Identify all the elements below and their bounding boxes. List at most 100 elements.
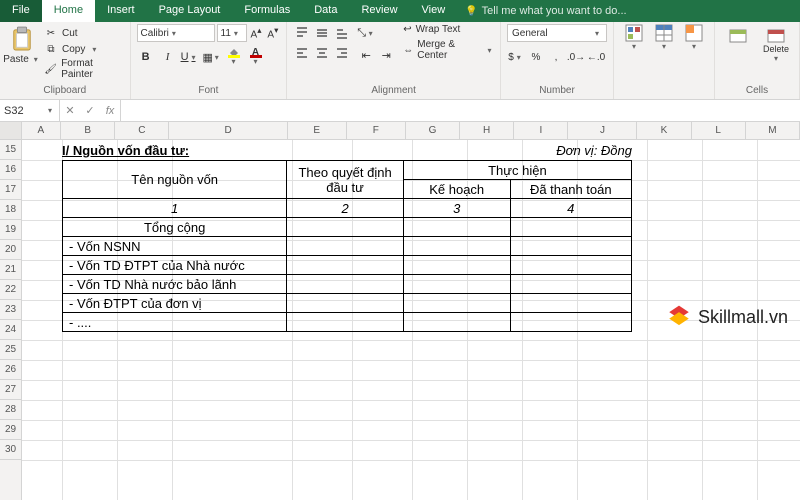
tab-data[interactable]: Data — [302, 0, 349, 22]
enter-formula-button[interactable]: ✓ — [80, 104, 100, 117]
align-top-button[interactable] — [293, 24, 311, 42]
chevron-down-icon: ▾ — [213, 53, 221, 62]
delete-icon — [766, 24, 786, 44]
delete-cells-button[interactable]: Delete ▾ — [759, 24, 793, 63]
increase-indent-button[interactable]: ⇥ — [377, 46, 395, 64]
col-header-K[interactable]: K — [637, 122, 691, 139]
chevron-down-icon: ▾ — [189, 53, 199, 62]
conditional-formatting-button[interactable]: ▾ — [620, 24, 648, 51]
col-header-E[interactable]: E — [288, 122, 347, 139]
bold-button[interactable]: B — [137, 48, 155, 66]
row-header-24[interactable]: 24 — [0, 320, 21, 340]
tab-home[interactable]: Home — [42, 0, 95, 22]
row-header-26[interactable]: 26 — [0, 360, 21, 380]
col-header-G[interactable]: G — [406, 122, 460, 139]
shrink-font-button[interactable]: A▾ — [265, 25, 280, 40]
table-row: Tổng cộng — [63, 218, 632, 237]
tab-formulas[interactable]: Formulas — [232, 0, 302, 22]
italic-button[interactable]: I — [159, 48, 177, 66]
copy-button[interactable]: ⧉Copy▾ — [44, 42, 124, 56]
align-right-button[interactable] — [333, 44, 351, 62]
table-row: - Vốn ĐTPT của đơn vị — [63, 294, 632, 313]
percent-button[interactable]: % — [527, 48, 545, 66]
row-header-17[interactable]: 17 — [0, 180, 21, 200]
chevron-down-icon: ▾ — [771, 54, 781, 63]
tab-review[interactable]: Review — [349, 0, 409, 22]
row-header-22[interactable]: 22 — [0, 280, 21, 300]
align-bottom-button[interactable] — [333, 24, 351, 42]
watermark-text: Skillmall.vn — [698, 307, 788, 328]
col-header-I[interactable]: I — [514, 122, 568, 139]
tell-me-search[interactable]: 💡 Tell me what you want to do... — [465, 0, 626, 22]
col-header-L[interactable]: L — [692, 122, 746, 139]
formula-input[interactable] — [121, 100, 800, 121]
col-header-M[interactable]: M — [746, 122, 800, 139]
name-box[interactable]: S32▾ — [0, 100, 60, 121]
font-name-value: Calibri — [141, 28, 169, 39]
ribbon: Paste▾ ✂Cut ⧉Copy▾ 🖌Format Painter Clipb… — [0, 22, 800, 100]
row-header-15[interactable]: 15 — [0, 140, 21, 160]
borders-button[interactable]: ▦▾ — [203, 48, 221, 66]
font-name-combo[interactable]: Calibri▾ — [137, 24, 215, 42]
fx-button[interactable]: fx — [100, 105, 120, 117]
cell-styles-button[interactable]: ▾ — [680, 24, 708, 51]
wrap-text-button[interactable]: ↩Wrap Text — [403, 24, 494, 35]
row-header-23[interactable]: 23 — [0, 300, 21, 320]
copy-icon: ⧉ — [44, 42, 58, 56]
row-header-21[interactable]: 21 — [0, 260, 21, 280]
formula-bar: S32▾ ✕ ✓ fx — [0, 100, 800, 122]
tab-page-layout[interactable]: Page Layout — [147, 0, 233, 22]
comma-button[interactable]: , — [547, 48, 565, 66]
tab-insert[interactable]: Insert — [95, 0, 147, 22]
insert-cells-button[interactable] — [721, 24, 755, 44]
col-header-B[interactable]: B — [61, 122, 115, 139]
col-header-F[interactable]: F — [347, 122, 406, 139]
format-as-table-button[interactable]: ▾ — [650, 24, 678, 51]
row-header-27[interactable]: 27 — [0, 380, 21, 400]
row-header-30[interactable]: 30 — [0, 440, 21, 460]
align-middle-button[interactable] — [313, 24, 331, 42]
currency-button[interactable]: $▾ — [507, 48, 525, 66]
decrease-decimal-button[interactable]: ←.0 — [587, 48, 605, 66]
worksheet[interactable]: ABCDEFGHIJKLM 15161718192021222324252627… — [0, 122, 800, 500]
paste-button[interactable]: Paste▾ — [6, 24, 38, 65]
fill-color-button[interactable]: ▾ — [225, 48, 243, 66]
row-header-19[interactable]: 19 — [0, 220, 21, 240]
align-center-button[interactable] — [313, 44, 331, 62]
col-header-C[interactable]: C — [115, 122, 169, 139]
cut-button[interactable]: ✂Cut — [44, 26, 124, 40]
row-header-29[interactable]: 29 — [0, 420, 21, 440]
name-box-value: S32 — [4, 105, 24, 117]
tab-file[interactable]: File — [0, 0, 42, 22]
align-left-button[interactable] — [293, 44, 311, 62]
row-header-20[interactable]: 20 — [0, 240, 21, 260]
select-all-corner[interactable] — [0, 122, 22, 139]
cancel-formula-button[interactable]: ✕ — [60, 104, 80, 117]
number-format-combo[interactable]: General▾ — [507, 24, 607, 42]
underline-button[interactable]: U▾ — [181, 48, 199, 66]
gridline — [22, 420, 800, 421]
row-header-18[interactable]: 18 — [0, 200, 21, 220]
merge-center-button[interactable]: ⇔Merge & Center▾ — [403, 39, 494, 61]
row-header-16[interactable]: 16 — [0, 160, 21, 180]
col-header-A[interactable]: A — [22, 122, 61, 139]
col-header-D[interactable]: D — [169, 122, 287, 139]
empty-cell — [403, 275, 510, 294]
decrease-indent-button[interactable]: ⇤ — [357, 46, 375, 64]
empty-cell — [510, 294, 631, 313]
font-size-combo[interactable]: 11▾ — [217, 24, 247, 42]
empty-cell — [403, 313, 510, 332]
font-color-button[interactable]: A ▾ — [247, 48, 265, 66]
tab-view[interactable]: View — [410, 0, 458, 22]
chevron-down-icon: ▾ — [169, 29, 179, 38]
increase-decimal-button[interactable]: .0→ — [567, 48, 585, 66]
format-painter-button[interactable]: 🖌Format Painter — [44, 58, 124, 80]
chevron-down-icon: ▾ — [31, 55, 41, 64]
data-table: Tên nguồn vốn Theo quyết định đầu tư Thự… — [62, 160, 632, 332]
col-header-H[interactable]: H — [460, 122, 514, 139]
row-header-28[interactable]: 28 — [0, 400, 21, 420]
orientation-button[interactable]: ⤡▾ — [357, 24, 375, 42]
grow-font-button[interactable]: A▴ — [249, 25, 264, 40]
col-header-J[interactable]: J — [568, 122, 637, 139]
row-header-25[interactable]: 25 — [0, 340, 21, 360]
